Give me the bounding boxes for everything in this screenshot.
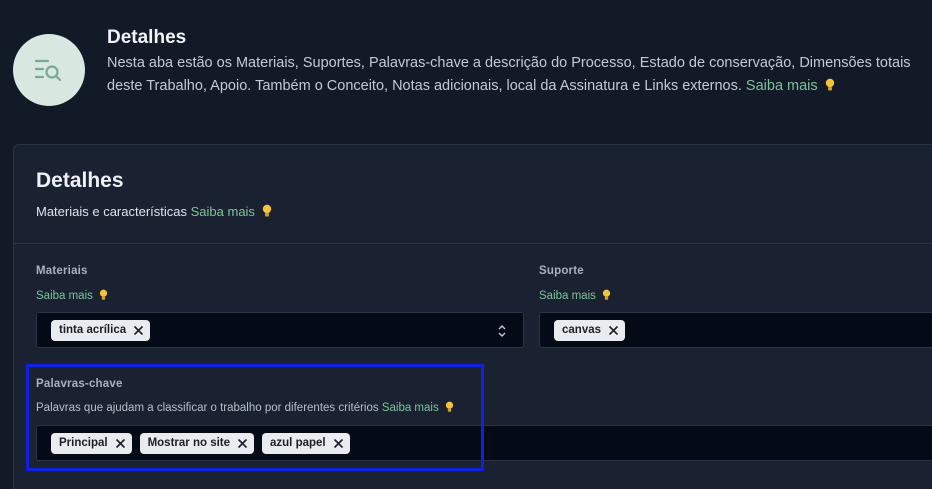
- header-description: Nesta aba estão os Materiais, Suportes, …: [107, 52, 922, 99]
- chip-azul-papel: azul papel: [262, 432, 350, 454]
- lightbulb-icon: [825, 77, 835, 100]
- suporte-learn-more-link[interactable]: Saiba mais: [539, 290, 596, 302]
- lightbulb-icon: [602, 289, 611, 304]
- palavras-chave-label: Palavras-chave: [36, 378, 123, 390]
- suporte-label: Suporte: [539, 265, 584, 277]
- palavras-chave-help-text: Palavras que ajudam a classificar o trab…: [36, 402, 379, 414]
- header-title: Detalhes: [107, 27, 187, 48]
- remove-chip-icon[interactable]: [115, 438, 126, 449]
- details-card: Detalhes Materiais e características Sai…: [13, 144, 932, 489]
- remove-chip-icon[interactable]: [237, 438, 248, 449]
- chip-label: Principal: [59, 437, 108, 449]
- details-icon: [13, 34, 85, 106]
- card-title: Detalhes: [36, 169, 124, 192]
- remove-chip-icon[interactable]: [333, 438, 344, 449]
- chip-label: Mostrar no site: [147, 437, 231, 449]
- chevron-up-down-icon[interactable]: [497, 323, 507, 339]
- suporte-select[interactable]: canvas: [539, 312, 932, 348]
- materiais-help: Saiba mais: [36, 289, 108, 304]
- card-subtitle-text: Materiais e características: [36, 204, 187, 219]
- chip-label: tinta acrílica: [59, 324, 127, 336]
- chip-mostrar-no-site: Mostrar no site: [139, 432, 255, 454]
- remove-chip-icon[interactable]: [608, 325, 619, 336]
- materiais-select[interactable]: tinta acrílica: [36, 312, 524, 348]
- remove-chip-icon[interactable]: [133, 325, 144, 336]
- chip-principal: Principal: [51, 432, 132, 454]
- card-learn-more-link[interactable]: Saiba mais: [191, 204, 255, 219]
- card-divider: [14, 243, 932, 244]
- lightbulb-icon: [99, 289, 108, 304]
- header-learn-more-link[interactable]: Saiba mais: [746, 78, 818, 94]
- chip-canvas: canvas: [554, 319, 626, 341]
- header-section: Detalhes Nesta aba estão os Materiais, S…: [107, 27, 922, 99]
- card-subtitle: Materiais e características Saiba mais: [36, 204, 272, 221]
- lightbulb-icon: [445, 401, 454, 416]
- materiais-label: Materiais: [36, 265, 88, 277]
- materiais-learn-more-link[interactable]: Saiba mais: [36, 290, 93, 302]
- palavras-chave-help: Palavras que ajudam a classificar o trab…: [36, 401, 454, 416]
- chip-label: canvas: [562, 324, 602, 336]
- chip-label: azul papel: [270, 437, 326, 449]
- palavras-chave-select[interactable]: Principal Mostrar no site azul papel: [36, 425, 932, 461]
- lightbulb-icon: [262, 204, 272, 221]
- palavras-chave-learn-more-link[interactable]: Saiba mais: [382, 402, 439, 414]
- chip-tinta-acrilica: tinta acrílica: [51, 319, 151, 341]
- suporte-help: Saiba mais: [539, 289, 611, 304]
